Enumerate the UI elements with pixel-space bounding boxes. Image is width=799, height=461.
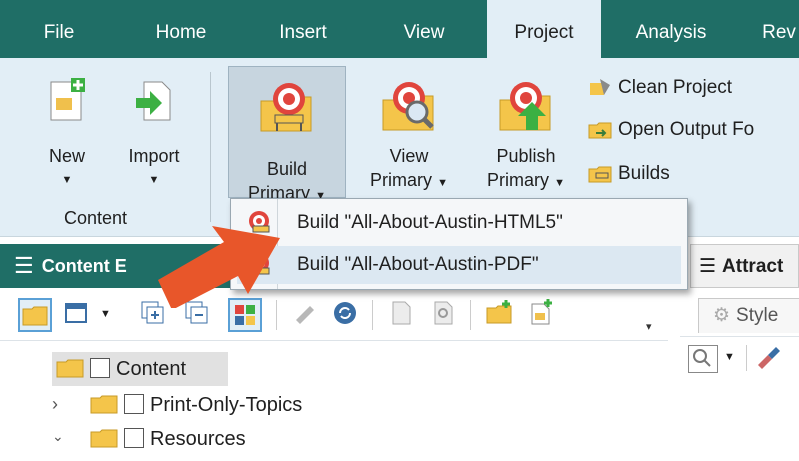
topic-properties-button[interactable]: [386, 298, 420, 332]
folder-view-button[interactable]: [18, 298, 52, 332]
content-group-label: Content: [64, 208, 128, 228]
hamburger-menu-icon[interactable]: ☰: [699, 256, 716, 277]
new-folder-button[interactable]: [484, 298, 518, 332]
tab-project[interactable]: Project: [487, 0, 601, 60]
chevron-down-icon: ▼: [61, 174, 73, 186]
new-label: New: [48, 146, 85, 166]
content-explorer-toolbar: ▼ ▾: [0, 290, 668, 341]
toolbar-separator: [746, 345, 747, 371]
menu-item-build-html5[interactable]: Build "All-About-Austin-HTML5": [237, 204, 681, 242]
toolbar-separator: [470, 300, 471, 330]
new-button[interactable]: New ▼: [34, 78, 100, 198]
tree-item-label: Print-Only-Topics: [150, 394, 303, 416]
chevron-down-icon[interactable]: ▼: [100, 308, 111, 320]
sync-icon: [334, 302, 356, 324]
hamburger-menu-icon[interactable]: ☰: [14, 244, 34, 288]
publish-primary-label-line1: Publish: [496, 146, 556, 166]
tab-review[interactable]: Rev: [754, 0, 799, 58]
open-folder-icon: [56, 359, 84, 378]
overflow-icon[interactable]: ▾: [646, 320, 652, 333]
new-document-icon: [50, 78, 85, 121]
open-folder-icon: [90, 429, 118, 448]
tree-item-label: Content: [116, 358, 187, 380]
ribbon-tab-bar: File Home Insert View Project Analysis R…: [0, 0, 799, 60]
right-panel-title[interactable]: ☰ Attract: [690, 244, 799, 288]
publish-primary-button[interactable]: Publish Primary ▼: [470, 78, 582, 198]
tab-view[interactable]: View: [384, 0, 464, 58]
new-topic-icon: [531, 299, 552, 325]
open-output-folder-button[interactable]: Open Output Fo: [588, 116, 754, 144]
clean-project-label: Clean Project: [618, 77, 733, 98]
search-document-button[interactable]: [428, 298, 462, 332]
magnifier-icon: [693, 349, 711, 367]
toolbar-separator: [372, 300, 373, 330]
open-output-folder-icon: [588, 122, 612, 139]
builds-button[interactable]: Builds: [588, 160, 670, 188]
tab-style-label: Style: [736, 305, 779, 326]
new-folder-icon: [486, 300, 512, 324]
view-target-folder-icon: [382, 82, 434, 131]
document-icon: [392, 301, 411, 325]
folder-icon: [22, 306, 48, 326]
annotation-arrow-icon: [158, 226, 280, 308]
folder-icon: [90, 395, 118, 414]
view-primary-label-line1: View: [389, 146, 429, 166]
new-item-button[interactable]: [526, 298, 560, 332]
tab-style[interactable]: ⚙ Style: [698, 298, 799, 333]
menu-item-label: Build "All-About-Austin-PDF": [297, 254, 539, 275]
right-panel-tabs: ⚙ Style: [690, 290, 799, 336]
publish-target-folder-icon: [499, 82, 551, 131]
right-panel-toolbar: ▼: [680, 336, 799, 381]
tree-item-label: Resources: [150, 428, 246, 450]
paint-brush-icon: [758, 347, 780, 369]
checkbox[interactable]: [90, 358, 110, 378]
import-icon: [136, 81, 171, 121]
tab-file[interactable]: File: [28, 0, 90, 58]
sync-button[interactable]: [330, 298, 364, 332]
builds-label: Builds: [618, 163, 670, 184]
checkbox[interactable]: [124, 394, 144, 414]
chevron-down-icon: ▼: [437, 177, 448, 189]
publish-primary-label-line2: Primary: [487, 170, 550, 190]
right-panel-title-text: Attract: [722, 256, 784, 277]
gear-icon: ⚙: [713, 305, 731, 326]
chevron-down-icon: ▼: [554, 177, 565, 189]
layout-icon: [65, 303, 87, 323]
tree-item-resources[interactable]: Resources: [90, 422, 246, 456]
builds-icon: [588, 166, 612, 183]
chevron-down-icon[interactable]: ⌄: [52, 428, 64, 445]
find-button[interactable]: [688, 345, 718, 373]
content-explorer-title-text: Content E: [41, 256, 127, 276]
chevron-down-icon: ▼: [148, 174, 160, 186]
build-target-folder-icon: [260, 83, 312, 132]
view-primary-button[interactable]: View Primary ▼: [354, 78, 464, 198]
build-primary-button[interactable]: Build Primary ▼: [228, 66, 346, 203]
content-tree: Content › Print-Only-Topics ⌄ Resources: [0, 348, 668, 461]
view-primary-label-line2: Primary: [370, 170, 433, 190]
open-output-folder-label: Open Output Fo: [618, 119, 755, 140]
chevron-right-icon[interactable]: ›: [52, 394, 58, 415]
build-primary-label-line1: Build: [266, 159, 308, 179]
chevron-down-icon[interactable]: ▼: [724, 351, 735, 363]
import-button[interactable]: Import ▼: [112, 78, 196, 198]
menu-item-label: Build "All-About-Austin-HTML5": [297, 212, 563, 233]
menu-item-build-pdf[interactable]: Build "All-About-Austin-PDF": [237, 246, 681, 284]
clean-project-icon: [590, 79, 610, 95]
tree-item-content[interactable]: Content: [52, 352, 228, 386]
checkbox[interactable]: [124, 428, 144, 448]
tab-home[interactable]: Home: [136, 0, 226, 58]
tab-analysis[interactable]: Analysis: [616, 0, 726, 58]
paint-brush-button[interactable]: [754, 345, 784, 376]
import-label: Import: [128, 146, 180, 166]
tab-insert[interactable]: Insert: [258, 0, 348, 58]
layout-toggle-button[interactable]: [62, 298, 96, 332]
tree-item-print-only-topics[interactable]: Print-Only-Topics: [90, 388, 302, 422]
clean-project-button[interactable]: Clean Project: [588, 74, 732, 102]
document-search-icon: [434, 301, 453, 325]
